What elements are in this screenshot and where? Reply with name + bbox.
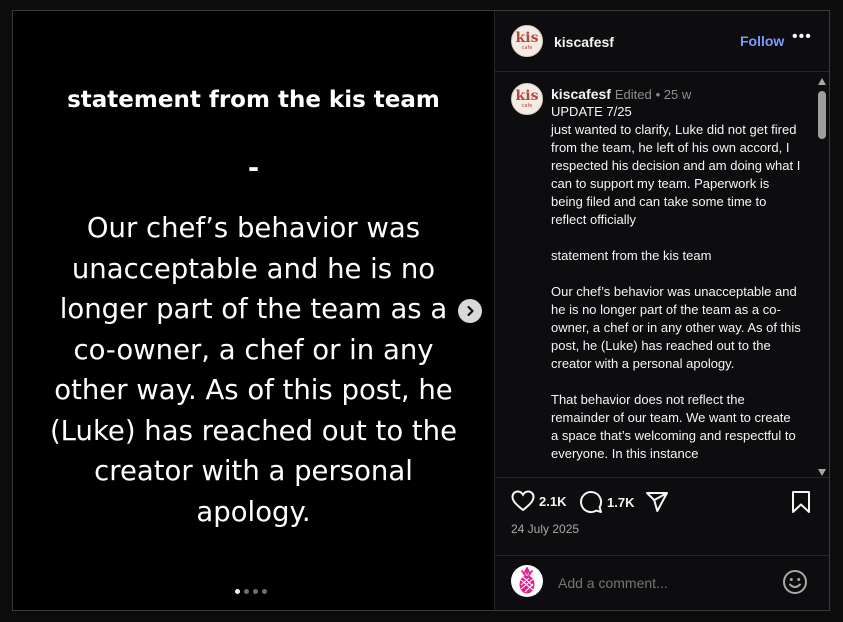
slide-dot — [244, 589, 249, 594]
comment-icon[interactable] — [579, 490, 603, 514]
slide-dot — [262, 589, 267, 594]
scroll-down-arrow-icon[interactable] — [818, 469, 826, 476]
username-link[interactable]: kiscafesf — [554, 34, 614, 50]
comment-input[interactable] — [556, 574, 760, 592]
media-separator: - — [247, 153, 260, 184]
caption-username[interactable]: kiscafesf — [551, 86, 611, 102]
caption-text: UPDATE 7/25 just wanted to clarify, Luke… — [551, 104, 801, 461]
post-side-panel: kis cafe kiscafesf Follow ••• kis cafe k… — [494, 11, 829, 610]
chevron-right-icon — [467, 305, 474, 317]
save-action[interactable] — [790, 490, 812, 514]
caption-scrollbar[interactable] — [816, 74, 828, 476]
post-modal: statement from the kis team - Our chef’s… — [12, 10, 830, 611]
edited-label: Edited — [614, 87, 652, 102]
share-icon[interactable] — [645, 490, 669, 514]
media-title: statement from the kis team — [67, 87, 440, 113]
avatar-logo-text: kis — [515, 87, 539, 104]
share-action[interactable] — [645, 490, 669, 514]
caption-section: kis cafe kiscafesf Edited • 25 w UPDATE … — [495, 72, 829, 476]
more-options-icon[interactable]: ••• — [792, 28, 812, 46]
next-slide-button[interactable] — [458, 299, 482, 323]
post-media: statement from the kis team - Our chef’s… — [13, 11, 494, 610]
post-age: 25 w — [663, 87, 692, 102]
scroll-up-arrow-icon[interactable] — [818, 78, 826, 85]
like-action[interactable]: 2.1K — [511, 490, 566, 512]
slide-dot — [253, 589, 258, 594]
bookmark-icon[interactable] — [790, 490, 812, 514]
meta-separator: • — [655, 87, 664, 102]
scrollbar-thumb[interactable] — [818, 91, 826, 139]
caption-header: kiscafesf Edited • 25 w — [551, 86, 691, 102]
avatar-logo-subtext: cafe — [521, 102, 533, 109]
comment-bar — [495, 555, 829, 610]
user-avatar — [511, 565, 543, 597]
media-body-text: Our chef’s behavior was unacceptable and… — [49, 212, 458, 528]
slide-indicator — [235, 589, 267, 594]
comment-count[interactable]: 1.7K — [607, 495, 634, 510]
post-date: 24 July 2025 — [511, 522, 580, 536]
heart-icon[interactable] — [511, 490, 535, 512]
post-header: kis cafe kiscafesf Follow ••• — [495, 11, 829, 72]
pineapple-icon — [519, 567, 535, 594]
avatar[interactable]: kis cafe — [511, 25, 543, 57]
comment-action[interactable]: 1.7K — [579, 490, 634, 514]
follow-button[interactable]: Follow — [740, 33, 784, 49]
avatar-logo-text: kis — [515, 29, 539, 46]
avatar-logo-subtext: cafe — [521, 44, 533, 51]
post-actions: 2.1K 1.7K 24 July 2025 — [495, 477, 829, 556]
slide-dot-active — [235, 589, 240, 594]
emoji-icon[interactable] — [782, 569, 808, 595]
caption-avatar[interactable]: kis cafe — [511, 83, 543, 115]
like-count[interactable]: 2.1K — [539, 494, 566, 509]
